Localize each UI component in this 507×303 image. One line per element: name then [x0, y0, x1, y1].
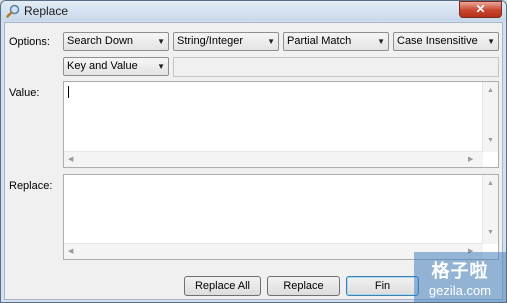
- replace-label: Replace:: [9, 180, 53, 192]
- direction-select[interactable]: Search Down ▼: [63, 32, 169, 51]
- chevron-down-icon: ▼: [377, 37, 385, 46]
- replace-vertical-scrollbar[interactable]: ▲ ▼: [482, 175, 498, 244]
- chevron-down-icon: ▼: [157, 62, 165, 71]
- chevron-down-icon: ▼: [267, 37, 275, 46]
- site-watermark: 格子啦 gezila.com: [414, 252, 506, 302]
- value-textarea[interactable]: ▲ ▼ ◀ ▶: [63, 81, 499, 168]
- scope-value: Key and Value: [67, 60, 138, 72]
- scroll-up-icon[interactable]: ▲: [487, 87, 494, 94]
- value-vertical-scrollbar[interactable]: ▲ ▼: [482, 82, 498, 152]
- text-caret: [68, 86, 69, 98]
- extra-option-field[interactable]: [173, 57, 499, 77]
- options-label: Options:: [9, 36, 50, 48]
- scroll-down-icon[interactable]: ▼: [487, 229, 494, 236]
- watermark-text: 格子啦: [431, 261, 489, 281]
- data-type-select[interactable]: String/Integer ▼: [173, 32, 279, 51]
- value-label: Value:: [9, 87, 40, 99]
- scroll-left-icon[interactable]: ◀: [68, 155, 73, 163]
- value-horizontal-scrollbar[interactable]: ◀ ▶: [64, 151, 483, 167]
- match-select[interactable]: Partial Match ▼: [283, 32, 389, 51]
- scroll-down-icon[interactable]: ▼: [487, 137, 494, 144]
- title-bar[interactable]: Replace ✕: [1, 1, 506, 21]
- case-value: Case Insensitive: [397, 35, 478, 47]
- match-value: Partial Match: [287, 35, 352, 47]
- replace-dialog: Replace ✕ Options: Search Down ▼ String/…: [0, 0, 507, 303]
- chevron-down-icon: ▼: [487, 37, 495, 46]
- window-title: Replace: [24, 4, 69, 18]
- find-button[interactable]: Fin: [346, 276, 419, 296]
- replace-all-button[interactable]: Replace All: [184, 276, 261, 296]
- scroll-left-icon[interactable]: ◀: [68, 247, 73, 255]
- direction-value: Search Down: [67, 35, 134, 47]
- close-button[interactable]: ✕: [459, 1, 502, 18]
- replace-button[interactable]: Replace: [267, 276, 340, 296]
- magnifier-icon: [6, 4, 20, 18]
- chevron-down-icon: ▼: [157, 37, 165, 46]
- scroll-up-icon[interactable]: ▲: [487, 180, 494, 187]
- data-type-value: String/Integer: [177, 35, 244, 47]
- replace-textarea[interactable]: ▲ ▼ ◀ ▶: [63, 174, 499, 260]
- scroll-right-icon[interactable]: ▶: [468, 155, 473, 163]
- watermark-url: gezila.com: [428, 283, 492, 298]
- case-select[interactable]: Case Insensitive ▼: [393, 32, 499, 51]
- scope-select[interactable]: Key and Value ▼: [63, 57, 169, 76]
- close-icon: ✕: [475, 2, 486, 16]
